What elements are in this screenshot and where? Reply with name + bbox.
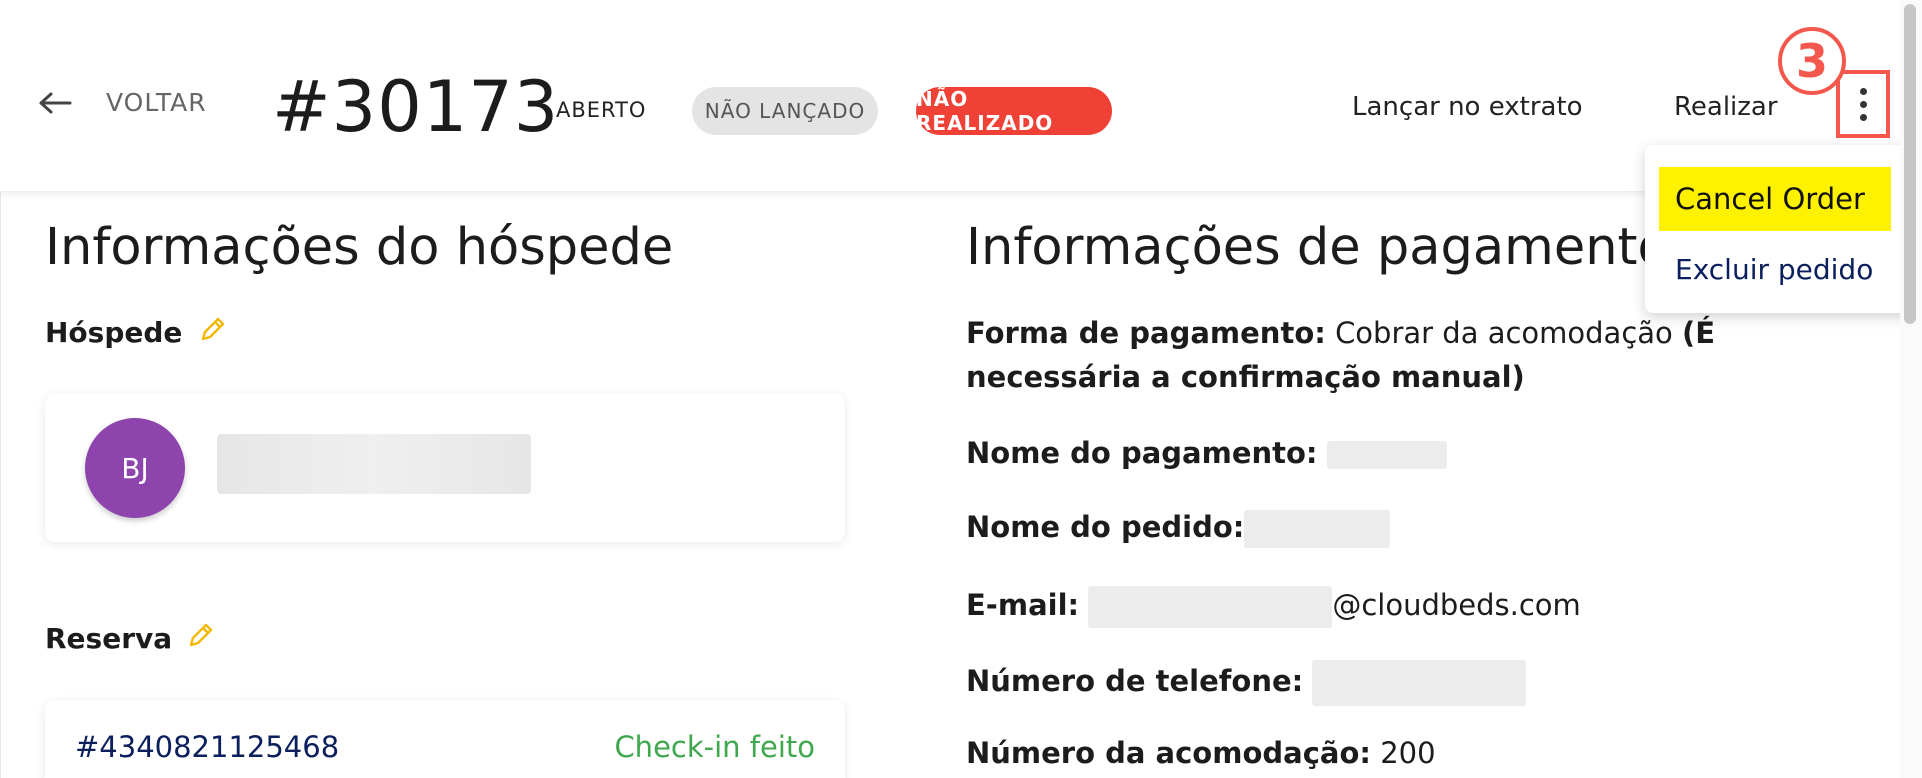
room-number-label: Número da acomodação: xyxy=(966,736,1371,770)
step-number-badge: 3 xyxy=(1778,27,1846,95)
edit-guest-pencil-icon[interactable] xyxy=(198,314,228,344)
avatar: BJ xyxy=(85,418,185,518)
edit-reservation-pencil-icon[interactable] xyxy=(186,620,216,650)
more-options-button[interactable] xyxy=(1836,70,1890,138)
back-button[interactable]: VOLTAR xyxy=(38,88,207,117)
status-open-label: ABERTO xyxy=(556,98,647,122)
room-number-row: Número da acomodação: 200 xyxy=(966,736,1436,770)
email-domain: @cloudbeds.com xyxy=(1332,588,1581,622)
guest-name-redacted xyxy=(217,434,531,494)
post-to-folio-button[interactable]: Lançar no extrato xyxy=(1352,92,1583,122)
email-row: E-mail: @cloudbeds.com xyxy=(966,586,1581,628)
order-number: #30173 xyxy=(272,66,560,148)
order-name-row: Nome do pedido: xyxy=(966,510,1391,548)
order-name-redacted xyxy=(1244,510,1391,548)
payment-method-label: Forma de pagamento: xyxy=(966,316,1326,350)
more-options-menu: Cancel Order Excluir pedido xyxy=(1645,145,1915,313)
payment-method-value: Cobrar da acomodação xyxy=(1335,316,1673,350)
kebab-menu-icon xyxy=(1859,87,1867,95)
complete-button[interactable]: Realizar xyxy=(1674,92,1778,122)
kebab-dot xyxy=(1859,100,1867,108)
payment-method-note-end: necessária a confirmação manual) xyxy=(966,360,1525,394)
payment-method-note-start: (É xyxy=(1682,316,1716,350)
payment-name-row: Nome do pagamento: xyxy=(966,436,1447,470)
order-header: VOLTAR #30173 ABERTO NÃO LANÇADO NÃO REA… xyxy=(0,0,1900,192)
payment-method-note-row: necessária a confirmação manual) xyxy=(966,360,1525,394)
phone-row: Número de telefone: xyxy=(966,660,1527,706)
guest-card[interactable]: BJ xyxy=(45,394,845,542)
delete-order-menu-item[interactable]: Excluir pedido xyxy=(1659,237,1899,301)
reservation-label: Reserva xyxy=(45,622,173,655)
phone-label: Número de telefone: xyxy=(966,664,1304,698)
payment-name-redacted xyxy=(1326,441,1447,469)
phone-redacted xyxy=(1312,660,1527,706)
kebab-dot xyxy=(1859,113,1867,121)
back-label: VOLTAR xyxy=(106,88,207,117)
email-user-redacted xyxy=(1088,586,1333,628)
checkin-status: Check-in feito xyxy=(614,730,815,764)
status-not-posted-badge: NÃO LANÇADO xyxy=(692,87,878,135)
email-label: E-mail: xyxy=(966,588,1080,622)
payment-info-title: Informações de pagamento xyxy=(966,218,1669,277)
guest-info-title: Informações do hóspede xyxy=(45,218,674,277)
payment-method-row: Forma de pagamento: Cobrar da acomodação… xyxy=(966,316,1715,350)
payment-name-label: Nome do pagamento: xyxy=(966,436,1318,470)
cancel-order-menu-item[interactable]: Cancel Order xyxy=(1659,167,1891,231)
reservation-id-link[interactable]: #4340821125468 xyxy=(75,730,339,764)
order-name-label: Nome do pedido: xyxy=(966,510,1245,544)
scrollbar-thumb[interactable] xyxy=(1904,4,1916,324)
reservation-card[interactable]: #4340821125468 Check-in feito xyxy=(45,700,845,778)
room-number-value: 200 xyxy=(1380,736,1436,770)
status-not-done-badge: NÃO REALIZADO xyxy=(916,87,1112,135)
guest-label: Hóspede xyxy=(45,316,183,349)
arrow-left-icon xyxy=(39,92,72,113)
